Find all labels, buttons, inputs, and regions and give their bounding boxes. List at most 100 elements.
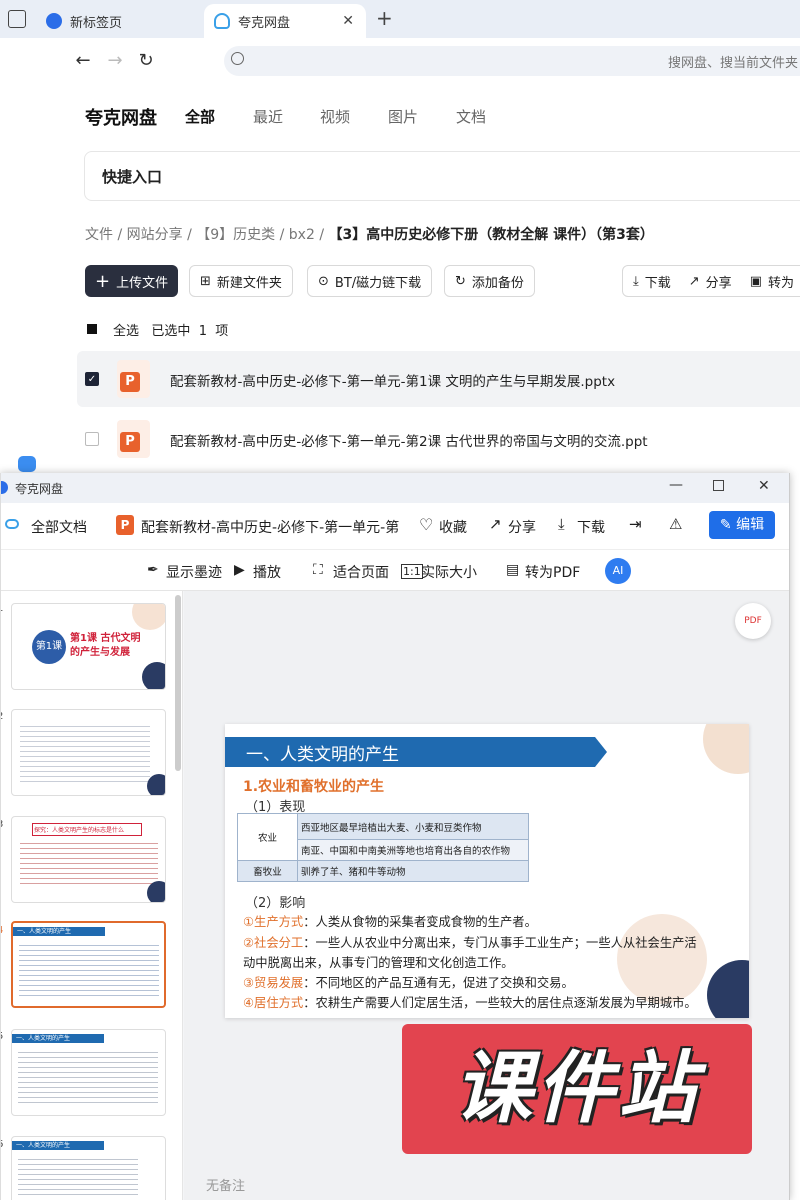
chevron-right-icon — [595, 737, 607, 767]
select-all-label[interactable]: 全选 — [113, 324, 139, 339]
add-backup-button[interactable]: ↻ 添加备份 — [444, 265, 535, 297]
download-icon[interactable]: ⤓ — [633, 274, 639, 289]
ink-icon[interactable]: ✒ — [147, 562, 159, 578]
fit-page-icon[interactable]: ⛶ — [313, 562, 323, 578]
slide-point: ③贸易发展：不同地区的产品互通有无，促进了交换和交易。 — [243, 973, 574, 991]
select-all-checkbox[interactable] — [87, 324, 97, 334]
share-label[interactable]: 分享 — [508, 517, 536, 537]
favorite-label[interactable]: 收藏 — [439, 517, 467, 537]
heart-icon[interactable]: ♡ — [419, 515, 433, 534]
point-key: ②社会分工 — [243, 936, 304, 950]
backup-icon: ↻ — [455, 273, 466, 289]
file-name[interactable]: 配套新教材-高中历史-必修下-第一单元-第1课 文明的产生与早期发展.pptx — [170, 370, 615, 390]
edit-button[interactable]: ✎ 编辑 — [709, 511, 775, 539]
file-row[interactable]: P 配套新教材-高中历史-必修下-第一单元-第2课 古代世界的帝国与文明的交流.… — [77, 411, 800, 467]
file-checkbox[interactable]: ✓ — [85, 372, 99, 386]
actual-size-icon[interactable]: 1:1 — [401, 564, 423, 579]
slide-decoration — [147, 774, 165, 795]
slide-text-lines — [20, 722, 150, 782]
new-tab-button[interactable]: + — [376, 6, 393, 30]
minimize-icon[interactable]: — — [669, 477, 683, 493]
assistant-icon[interactable] — [18, 456, 36, 472]
search-icon — [231, 52, 244, 65]
reload-icon[interactable]: ↻ — [133, 48, 159, 74]
all-docs-link[interactable]: 全部文档 — [31, 517, 87, 537]
actual-size-button[interactable]: 实际大小 — [421, 562, 477, 582]
slide-thumbnail[interactable]: 一、人类文明的产生 — [11, 1136, 166, 1200]
breadcrumb: 文件 / 网站分享 / 【9】历史类 / bx2 / 【3】高中历史必修下册（教… — [85, 227, 654, 243]
nav-document[interactable]: 文档 — [456, 106, 486, 127]
slide-thumbnail[interactable]: 一、人类文明的产生 — [11, 1029, 166, 1116]
tab-label: 新标签页 — [70, 15, 123, 31]
nav-all[interactable]: 全部 — [185, 106, 215, 127]
plus-icon: + — [95, 270, 111, 292]
ai-assistant-icon[interactable]: AI — [605, 558, 631, 584]
table-cell: 西亚地区最早培植出大麦、小麦和豆类作物 — [297, 813, 529, 840]
drive-logo[interactable]: 夸克网盘 — [85, 104, 157, 130]
share-icon[interactable]: ↗ — [489, 515, 502, 533]
search-placeholder: 搜网盘、搜当前文件夹 — [668, 56, 799, 71]
download-label[interactable]: 下载 — [577, 517, 605, 537]
breadcrumb-current: 【3】高中历史必修下册（教材全解 课件）（第3套） — [328, 227, 654, 243]
slide-subheading: 1.农业和畜牧业的产生 — [243, 779, 385, 795]
breadcrumb-item[interactable]: bx2 — [289, 227, 315, 243]
play-icon[interactable]: ▶ — [234, 562, 245, 578]
thumbnail-scrollbar[interactable] — [175, 595, 181, 771]
breadcrumb-item[interactable]: 网站分享 — [127, 227, 183, 243]
new-folder-button[interactable]: ⊞ 新建文件夹 — [189, 265, 293, 297]
forward-arrow-icon[interactable]: → — [102, 48, 128, 74]
share-label[interactable]: 分享 — [706, 272, 732, 291]
tab-new-tab[interactable]: 新标签页 — [36, 4, 196, 38]
slide-thumbnail[interactable] — [11, 709, 166, 796]
thumbnail-title: 探究：人类文明产生的标志是什么 — [32, 823, 142, 836]
thumbnail-number: 6 — [1, 1139, 3, 1150]
tab-search-icon[interactable] — [8, 10, 26, 28]
slide-thumbnail[interactable]: 探究：人类文明产生的标志是什么 — [11, 816, 166, 903]
slide-decoration — [617, 914, 707, 1004]
close-window-icon[interactable]: ✕ — [758, 478, 770, 494]
address-search-bar[interactable]: 搜网盘、搜当前文件夹 — [224, 46, 800, 76]
back-arrow-icon[interactable]: ← — [70, 48, 96, 74]
new-folder-label: 新建文件夹 — [216, 275, 282, 291]
download-icon[interactable]: ⤓ — [558, 515, 565, 533]
nav-video[interactable]: 视频 — [320, 106, 350, 127]
thumbnail-number: 4 — [1, 925, 3, 936]
upload-file-button[interactable]: + 上传文件 — [85, 265, 179, 297]
slide-thumbnail-selected[interactable]: 一、人类文明的产生 — [11, 921, 166, 1008]
fit-page-button[interactable]: 适合页面 — [333, 562, 389, 582]
table-cell: 南亚、中国和中南美洲等地也培育出各自的农作物 — [297, 839, 529, 861]
file-checkbox[interactable] — [85, 432, 99, 446]
slide-point: 动中脱离出来，从事专门的管理和文化创造工作。 — [243, 953, 514, 971]
slide-point: ①生产方式：人类从食物的采集者变成食物的生产者。 — [243, 912, 537, 930]
convert-label[interactable]: 转为 — [768, 272, 794, 291]
slide-thumbnail[interactable]: 第1课 第1课 古代文明的产生与发展 — [11, 603, 166, 690]
close-tab-icon[interactable]: ✕ — [342, 13, 354, 29]
maximize-icon[interactable] — [713, 480, 724, 491]
file-name[interactable]: 配套新教材-高中历史-必修下-第一单元-第2课 古代世界的帝国与文明的交流.pp… — [170, 430, 648, 450]
table-row: 农业 西亚地区最早培植出大麦、小麦和豆类作物 — [237, 813, 529, 861]
pdf-export-icon[interactable]: PDF — [735, 603, 771, 639]
quick-entry-panel[interactable]: 快捷入口 — [84, 151, 800, 201]
thumbnail-title: 一、人类文明的产生 — [13, 927, 105, 936]
feedback-icon[interactable]: ⚠ — [669, 515, 682, 533]
file-row[interactable]: ✓ P 配套新教材-高中历史-必修下-第一单元-第1课 文明的产生与早期发展.p… — [77, 351, 800, 407]
export-icon[interactable]: ⇥ — [629, 515, 642, 533]
pdf-icon[interactable]: ▤ — [506, 562, 519, 578]
pdf-icon[interactable]: ▣ — [750, 274, 762, 289]
nav-recent[interactable]: 最近 — [253, 106, 283, 127]
bt-download-button[interactable]: ⊙ BT/磁力链下载 — [307, 265, 433, 297]
thumbnail-title: 第1课 古代文明的产生与发展 — [70, 633, 141, 658]
convert-pdf-button[interactable]: 转为PDF — [525, 562, 580, 582]
tab-quark-drive[interactable]: 夸克网盘 ✕ — [204, 4, 366, 38]
share-icon[interactable]: ↗ — [689, 274, 700, 289]
breadcrumb-item[interactable]: 文件 — [85, 227, 113, 243]
point-text: ：不同地区的产品互通有无，促进了交换和交易。 — [303, 976, 574, 990]
download-label[interactable]: 下载 — [645, 272, 671, 291]
slide-text-lines — [18, 1048, 158, 1106]
breadcrumb-item[interactable]: 【9】历史类 — [196, 227, 275, 243]
viewer-header: 全部文档 P 配套新教材-高中历史-必修下-第一单元-第 ♡ 收藏 ↗ 分享 ⤓… — [1, 503, 789, 549]
no-notes-label: 无备注 — [206, 1179, 246, 1194]
play-button[interactable]: 播放 — [253, 562, 281, 582]
nav-image[interactable]: 图片 — [388, 106, 418, 127]
show-ink-button[interactable]: 显示墨迹 — [166, 562, 222, 582]
